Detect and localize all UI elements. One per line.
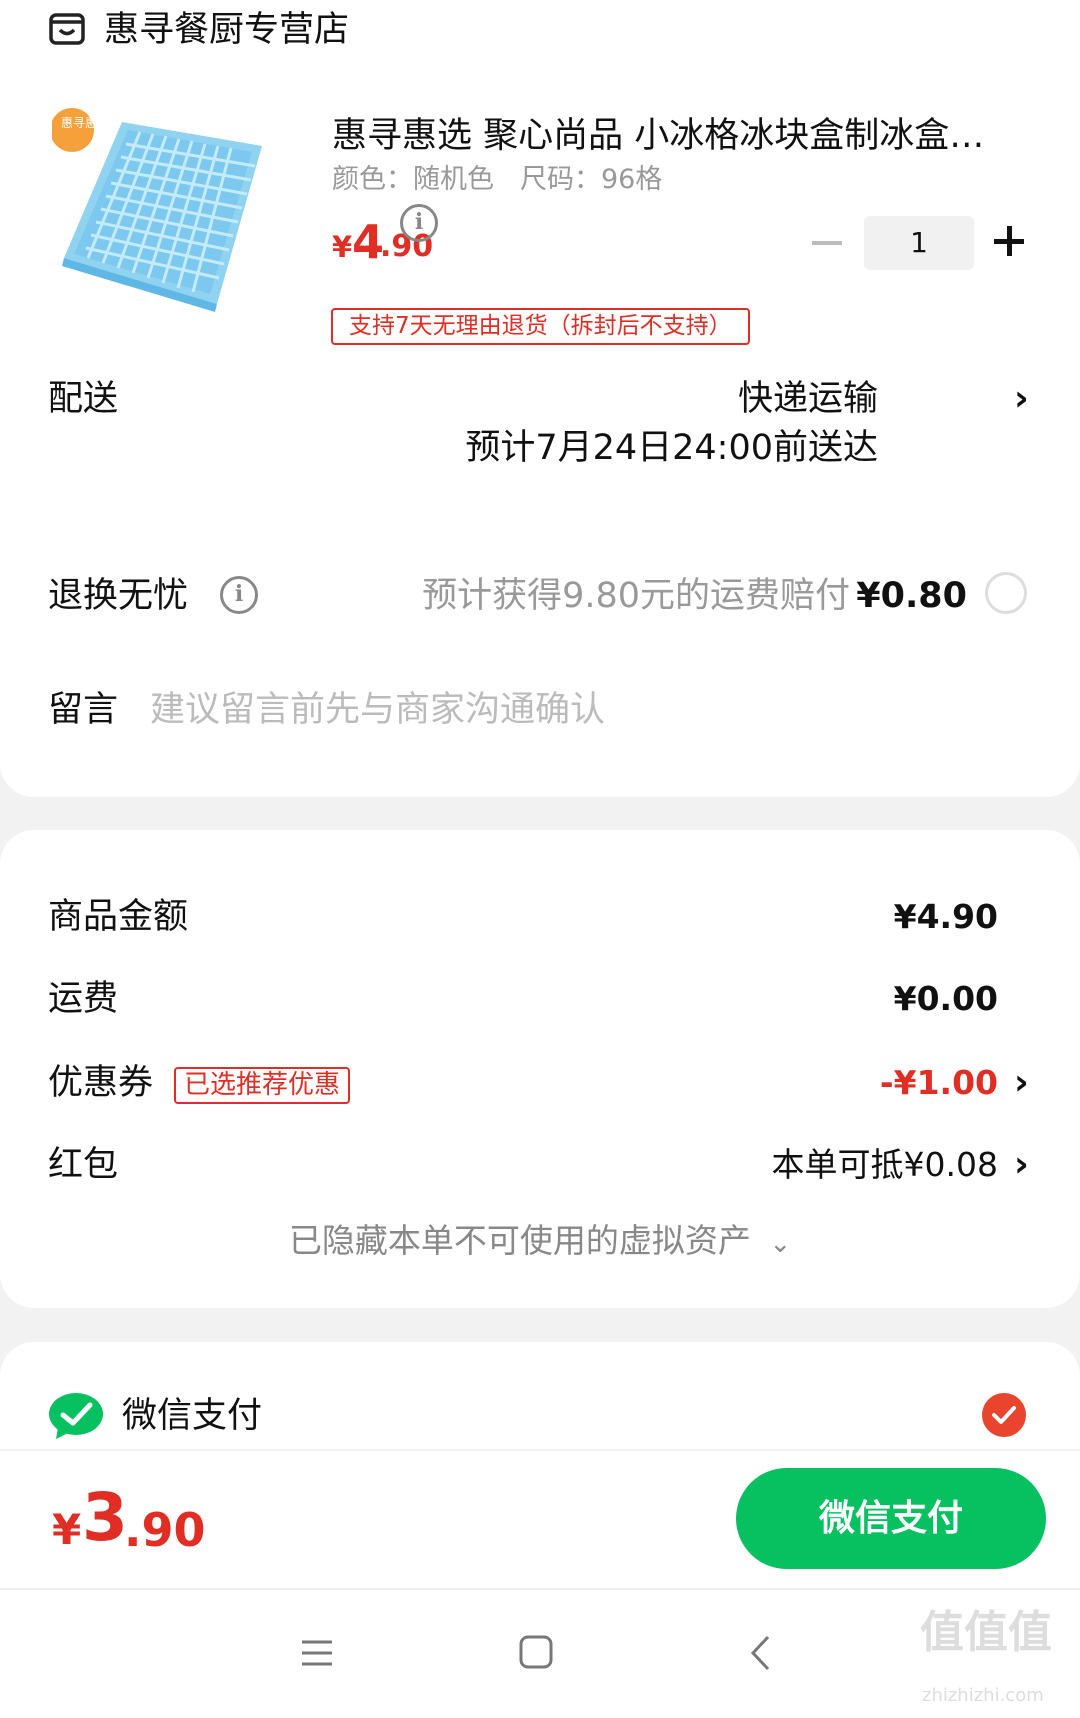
price-info-icon[interactable]: i bbox=[400, 204, 438, 242]
coupon-tag: 已选推荐优惠 bbox=[174, 1067, 351, 1104]
product-image[interactable] bbox=[52, 108, 292, 348]
delivery-label: 配送 bbox=[48, 379, 119, 419]
decrease-quantity-button[interactable] bbox=[812, 241, 842, 245]
shipping-label: 运费 bbox=[48, 979, 119, 1019]
wechat-pay-label[interactable]: 微信支付 bbox=[122, 1392, 262, 1440]
menu-icon[interactable] bbox=[300, 1636, 334, 1670]
hidden-assets-text: 已隐藏本单不可使用的虚拟资产 bbox=[288, 1221, 751, 1260]
wechat-icon bbox=[49, 1393, 103, 1439]
watermark-url: zhizhizhi.com bbox=[922, 1685, 1044, 1706]
shipping-value: ¥0.00 bbox=[893, 979, 998, 1018]
return-insurance-desc: 预计获得9.80元的运费赔付 bbox=[422, 576, 850, 616]
message-label: 留言 bbox=[48, 690, 119, 730]
quantity-input[interactable]: 1 bbox=[864, 216, 974, 270]
coupon-chevron-icon[interactable]: › bbox=[1014, 1059, 1029, 1107]
watermark-logo: 值值值 bbox=[920, 1607, 1052, 1658]
return-insurance-radio[interactable] bbox=[985, 572, 1027, 614]
store-name[interactable]: 惠寻餐厨专营店 bbox=[104, 6, 349, 54]
price-currency: ¥ bbox=[332, 230, 353, 264]
selected-check-icon[interactable] bbox=[982, 1393, 1026, 1437]
coupon-value[interactable]: -¥1.00 bbox=[880, 1059, 998, 1107]
back-icon[interactable] bbox=[748, 1634, 772, 1672]
chevron-down-icon: ⌄ bbox=[769, 1229, 792, 1259]
store-icon bbox=[49, 13, 85, 45]
goods-amount-value: ¥4.90 bbox=[893, 897, 998, 936]
hidden-assets-toggle[interactable]: 已隐藏本单不可使用的虚拟资产 ⌄ bbox=[0, 1217, 1080, 1268]
return-insurance-label: 退换无忧 bbox=[48, 576, 189, 616]
coupon-label: 优惠券 bbox=[48, 1063, 154, 1103]
spec-size: 尺码：96格 bbox=[520, 164, 663, 195]
system-nav-bar: 值值值 zhizhizhi.com bbox=[0, 1588, 1080, 1718]
redpacket-value[interactable]: 本单可抵¥0.08 bbox=[772, 1141, 998, 1189]
home-icon[interactable] bbox=[518, 1634, 554, 1670]
return-insurance-info-icon[interactable]: i bbox=[220, 576, 258, 614]
redpacket-chevron-icon[interactable]: › bbox=[1014, 1141, 1029, 1189]
return-insurance-price: ¥0.80 bbox=[856, 576, 967, 616]
plus-icon-v bbox=[1007, 226, 1012, 256]
delivery-chevron-icon[interactable]: › bbox=[1014, 375, 1029, 423]
order-card: 惠寻餐厨专营店 惠寻惠选 惠寻惠选 聚心尚品 小冰格冰块盒制冰盒… 颜色：随机色… bbox=[0, 0, 1080, 797]
wechat-pay-button[interactable]: 微信支付 bbox=[736, 1468, 1046, 1569]
return-policy-tag: 支持7天无理由退货（拆封后不支持） bbox=[331, 308, 750, 345]
increase-quantity-button[interactable] bbox=[986, 218, 1032, 264]
message-input[interactable]: 建议留言前先与商家沟通确认 bbox=[150, 686, 605, 734]
product-title[interactable]: 惠寻惠选 聚心尚品 小冰格冰块盒制冰盒… bbox=[332, 112, 1012, 160]
total-integer: 3 bbox=[82, 1479, 128, 1556]
delivery-estimate: 预计7月24日24:00前送达 bbox=[465, 428, 878, 468]
divider bbox=[0, 1449, 1080, 1451]
product-image-badge: 惠寻惠选 bbox=[60, 116, 109, 130]
spec-color: 颜色：随机色 bbox=[332, 164, 494, 195]
redpacket-label: 红包 bbox=[48, 1145, 119, 1185]
total-decimal: .90 bbox=[124, 1503, 206, 1557]
product-spec[interactable]: 颜色：随机色 尺码：96格 bbox=[332, 160, 688, 200]
total-currency: ¥ bbox=[52, 1505, 82, 1554]
goods-amount-label: 商品金额 bbox=[48, 897, 189, 937]
delivery-method[interactable]: 快递运输 bbox=[738, 375, 878, 423]
